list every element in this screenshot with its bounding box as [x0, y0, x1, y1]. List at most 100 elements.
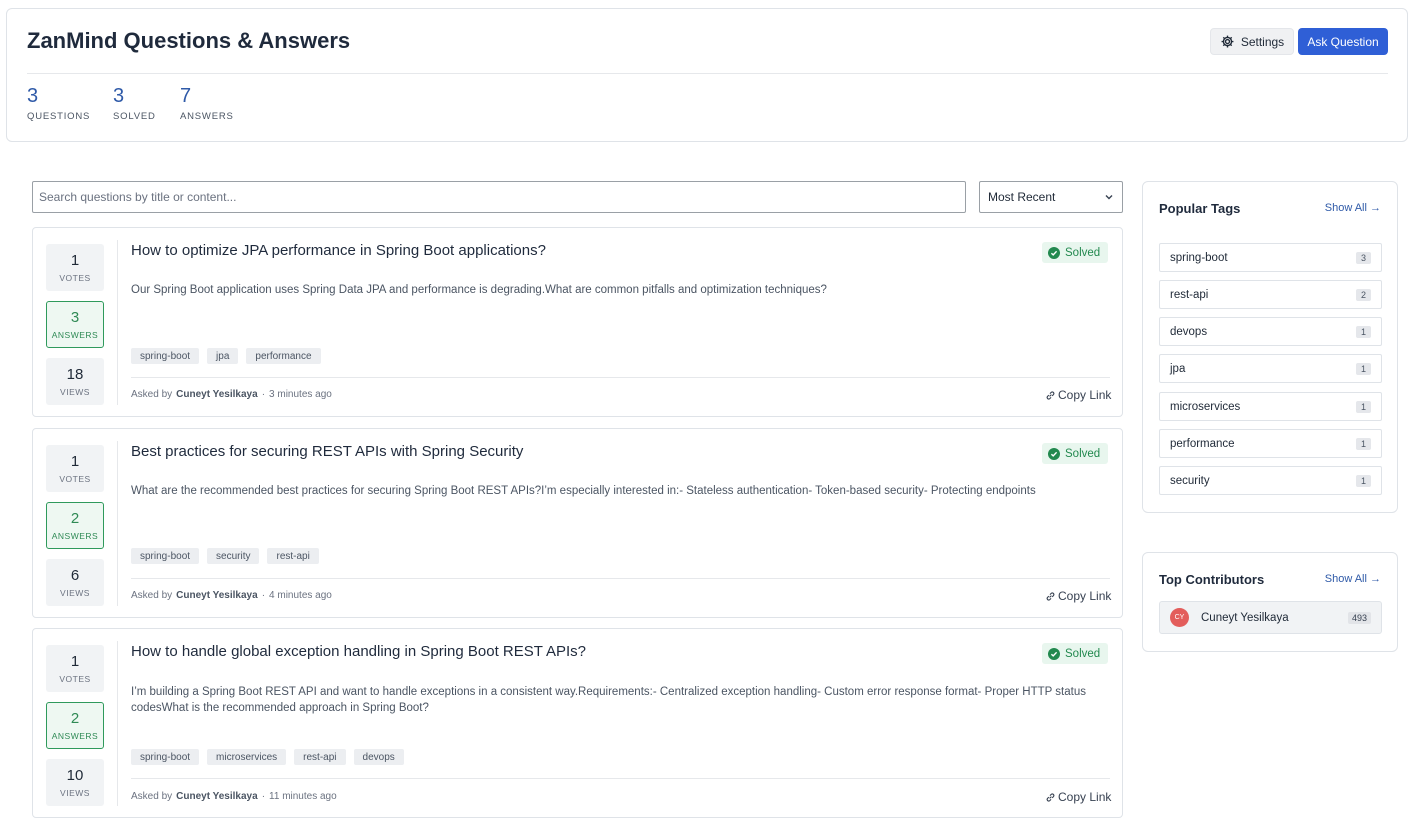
tag-name: jpa	[1170, 362, 1186, 375]
contributor-name: Cuneyt Yesilkaya	[1201, 611, 1289, 624]
answers-count: 2	[70, 510, 80, 527]
question-time: 3 minutes ago	[269, 389, 332, 400]
copy-link-button[interactable]: Copy Link	[1045, 388, 1111, 402]
stat-value: 7	[180, 85, 192, 107]
votes-label: VOTES	[59, 474, 91, 484]
tag-chip[interactable]: spring-boot	[131, 548, 200, 564]
copy-link-label: Copy Link	[1058, 388, 1112, 402]
check-circle-icon	[1048, 647, 1060, 660]
author-name[interactable]: Cuneyt Yesilkaya	[176, 590, 258, 601]
chevron-down-icon	[1105, 195, 1113, 200]
show-all-contributors-link[interactable]: Show All →	[1325, 573, 1381, 585]
popular-tag-item[interactable]: jpa 1	[1159, 354, 1382, 383]
popular-tag-item[interactable]: spring-boot 3	[1159, 243, 1382, 272]
question-title[interactable]: How to optimize JPA performance in Sprin…	[131, 242, 546, 259]
link-icon	[1046, 591, 1055, 601]
status-label: Solved	[1065, 246, 1101, 259]
tag-chip[interactable]: rest-api	[294, 749, 346, 765]
votes-count: 1	[70, 252, 80, 269]
votes-label: VOTES	[59, 674, 91, 684]
asked-by-label: Asked by	[131, 590, 173, 601]
tag-chip[interactable]: spring-boot	[131, 749, 200, 765]
sort-selected-label: Most Recent	[988, 190, 1056, 204]
question-tags: spring-boot microservices rest-api devop…	[131, 749, 404, 765]
avatar: CY	[1170, 608, 1189, 627]
copy-link-label: Copy Link	[1058, 790, 1112, 804]
popular-tag-item[interactable]: microservices 1	[1159, 392, 1382, 421]
tag-name: security	[1170, 474, 1210, 487]
answers-count: 2	[70, 710, 80, 727]
question-stats: 1 VOTES 3 ANSWERS 18 VIEWS	[46, 244, 104, 415]
question-card: 1 VOTES 2 ANSWERS 6 VIEWS Best practices…	[32, 428, 1123, 618]
contributor-item[interactable]: CY Cuneyt Yesilkaya 493	[1159, 601, 1382, 634]
stats-divider	[117, 441, 118, 606]
settings-label: Settings	[1240, 34, 1285, 49]
author-name[interactable]: Cuneyt Yesilkaya	[176, 791, 258, 802]
check-circle-icon	[1048, 447, 1060, 460]
question-title[interactable]: How to handle global exception handling …	[131, 643, 586, 660]
stat-label: SOLVED	[113, 111, 156, 122]
question-card: 1 VOTES 2 ANSWERS 10 VIEWS How to handle…	[32, 628, 1123, 818]
search-input[interactable]	[32, 181, 966, 213]
tag-count: 1	[1355, 474, 1371, 487]
stat-label: ANSWERS	[180, 111, 234, 122]
tag-count: 1	[1355, 325, 1371, 338]
tag-name: microservices	[1170, 400, 1241, 413]
question-card: 1 VOTES 3 ANSWERS 18 VIEWS How to optimi…	[32, 227, 1123, 417]
popular-tags-title: Popular Tags	[1159, 201, 1241, 216]
question-excerpt: Our Spring Boot application uses Spring …	[131, 284, 827, 296]
question-title[interactable]: Best practices for securing REST APIs wi…	[131, 443, 523, 460]
views-box: 18 VIEWS	[46, 358, 104, 405]
tag-chip[interactable]: performance	[246, 348, 321, 364]
popular-tag-item[interactable]: devops 1	[1159, 317, 1382, 346]
ask-question-button[interactable]: Ask Question	[1298, 28, 1388, 55]
meta-separator: ·	[261, 389, 266, 400]
stat-label: QUESTIONS	[27, 111, 91, 122]
views-label: VIEWS	[60, 788, 90, 798]
votes-count: 1	[70, 653, 80, 670]
views-box: 10 VIEWS	[46, 759, 104, 806]
meta-separator: ·	[261, 791, 266, 802]
copy-link-button[interactable]: Copy Link	[1045, 790, 1111, 804]
answers-box: 3 ANSWERS	[46, 301, 104, 348]
tag-chip[interactable]: spring-boot	[131, 348, 200, 364]
tag-chip[interactable]: rest-api	[267, 548, 319, 564]
stat-solved: 3 SOLVED	[113, 85, 156, 122]
question-tags: spring-boot jpa performance	[131, 348, 321, 364]
copy-link-button[interactable]: Copy Link	[1045, 589, 1111, 603]
tag-chip[interactable]: devops	[353, 749, 404, 765]
tag-chip[interactable]: microservices	[207, 749, 287, 765]
votes-box: 1 VOTES	[46, 645, 104, 692]
top-contributors-title: Top Contributors	[1159, 572, 1265, 587]
tag-chip[interactable]: jpa	[207, 348, 239, 364]
question-stats: 1 VOTES 2 ANSWERS 10 VIEWS	[46, 645, 104, 816]
status-badge: Solved	[1042, 443, 1109, 464]
question-excerpt: I’m building a Spring Boot REST API and …	[131, 686, 1086, 714]
header-divider	[27, 73, 1388, 74]
tag-count: 1	[1355, 400, 1371, 413]
tag-chip[interactable]: security	[207, 548, 260, 564]
check-circle-icon	[1048, 246, 1060, 259]
footer-divider	[131, 578, 1110, 579]
stat-answers: 7 ANSWERS	[180, 85, 234, 122]
question-tags: spring-boot security rest-api	[131, 548, 319, 564]
settings-button[interactable]: Settings	[1210, 28, 1294, 55]
popular-tag-item[interactable]: security 1	[1159, 466, 1382, 495]
votes-count: 1	[70, 453, 80, 470]
votes-box: 1 VOTES	[46, 445, 104, 492]
popular-tag-item[interactable]: rest-api 2	[1159, 280, 1382, 309]
author-name[interactable]: Cuneyt Yesilkaya	[176, 389, 258, 400]
views-label: VIEWS	[60, 588, 90, 598]
stat-questions: 3 QUESTIONS	[27, 85, 90, 122]
question-time: 11 minutes ago	[269, 791, 337, 802]
question-excerpt: What are the recommended best practices …	[131, 485, 1036, 497]
sort-select[interactable]: Most Recent	[979, 181, 1123, 213]
question-meta: Asked by Cuneyt Yesilkaya · 11 minutes a…	[131, 791, 337, 802]
stats-divider	[117, 240, 118, 405]
top-contributors-panel: Top Contributors Show All → CY Cuneyt Ye…	[1142, 552, 1398, 652]
question-stats: 1 VOTES 2 ANSWERS 6 VIEWS	[46, 445, 104, 616]
page-header: ZanMind Questions & Answers Settings Ask…	[6, 8, 1408, 142]
show-all-tags-link[interactable]: Show All →	[1325, 202, 1381, 214]
popular-tag-item[interactable]: performance 1	[1159, 429, 1382, 458]
answers-box: 2 ANSWERS	[46, 502, 104, 549]
